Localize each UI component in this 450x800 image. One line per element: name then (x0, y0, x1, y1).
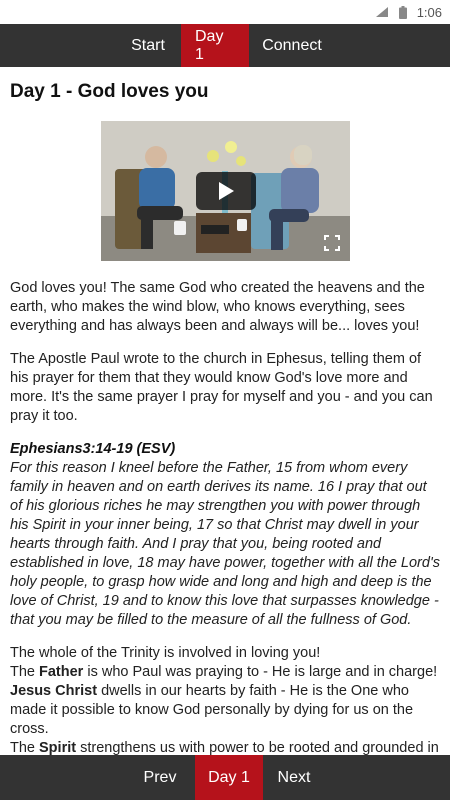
tab-connect[interactable]: Connect (249, 24, 335, 67)
status-time: 1:06 (416, 4, 442, 20)
tab-day-1[interactable]: Day 1 (181, 24, 249, 67)
video-player[interactable] (100, 121, 350, 261)
current-day-button[interactable]: Day 1 (195, 755, 263, 800)
father-name: Father (39, 664, 84, 680)
next-button[interactable]: Next (263, 755, 325, 800)
fullscreen-icon (323, 235, 340, 251)
spirit-name: Spirit (39, 740, 77, 755)
scripture-text: For this reason I kneel before the Fathe… (10, 460, 440, 628)
paul-paragraph: The Apostle Paul wrote to the church in … (10, 351, 433, 424)
play-icon (218, 182, 234, 200)
spirit-pre: The (10, 740, 40, 755)
day-content[interactable]: Day 1 - God loves you God loves you! The… (0, 67, 450, 755)
prev-button[interactable]: Prev (125, 755, 195, 800)
status-bar: 1:06 (0, 0, 450, 24)
fullscreen-button[interactable] (322, 233, 342, 253)
jesus-line: Jesus Christ dwells in our hearts by fai… (10, 682, 440, 739)
play-button[interactable] (195, 172, 256, 210)
trinity-intro: The whole of the Trinity is involved in … (10, 645, 321, 661)
father-pre: The (10, 664, 40, 680)
jesus-name: Jesus Christ (10, 683, 98, 699)
page-title: Day 1 - God loves you (10, 81, 209, 102)
signal-icon (375, 6, 389, 18)
scripture-reference: Ephesians3:14-19 (ESV) (10, 441, 176, 457)
father-text: is who Paul was praying to - He is large… (83, 664, 438, 680)
bottom-nav: Prev Day 1 Next (0, 755, 450, 800)
top-nav: Start Day 1 Connect (0, 24, 450, 67)
battery-icon (398, 5, 407, 19)
tab-start[interactable]: Start (115, 24, 181, 67)
spirit-line: The Spirit strengthens us with power to … (10, 739, 440, 755)
intro-paragraph: God loves you! The same God who created … (10, 280, 425, 334)
father-line: The Father is who Paul was praying to - … (10, 663, 440, 682)
